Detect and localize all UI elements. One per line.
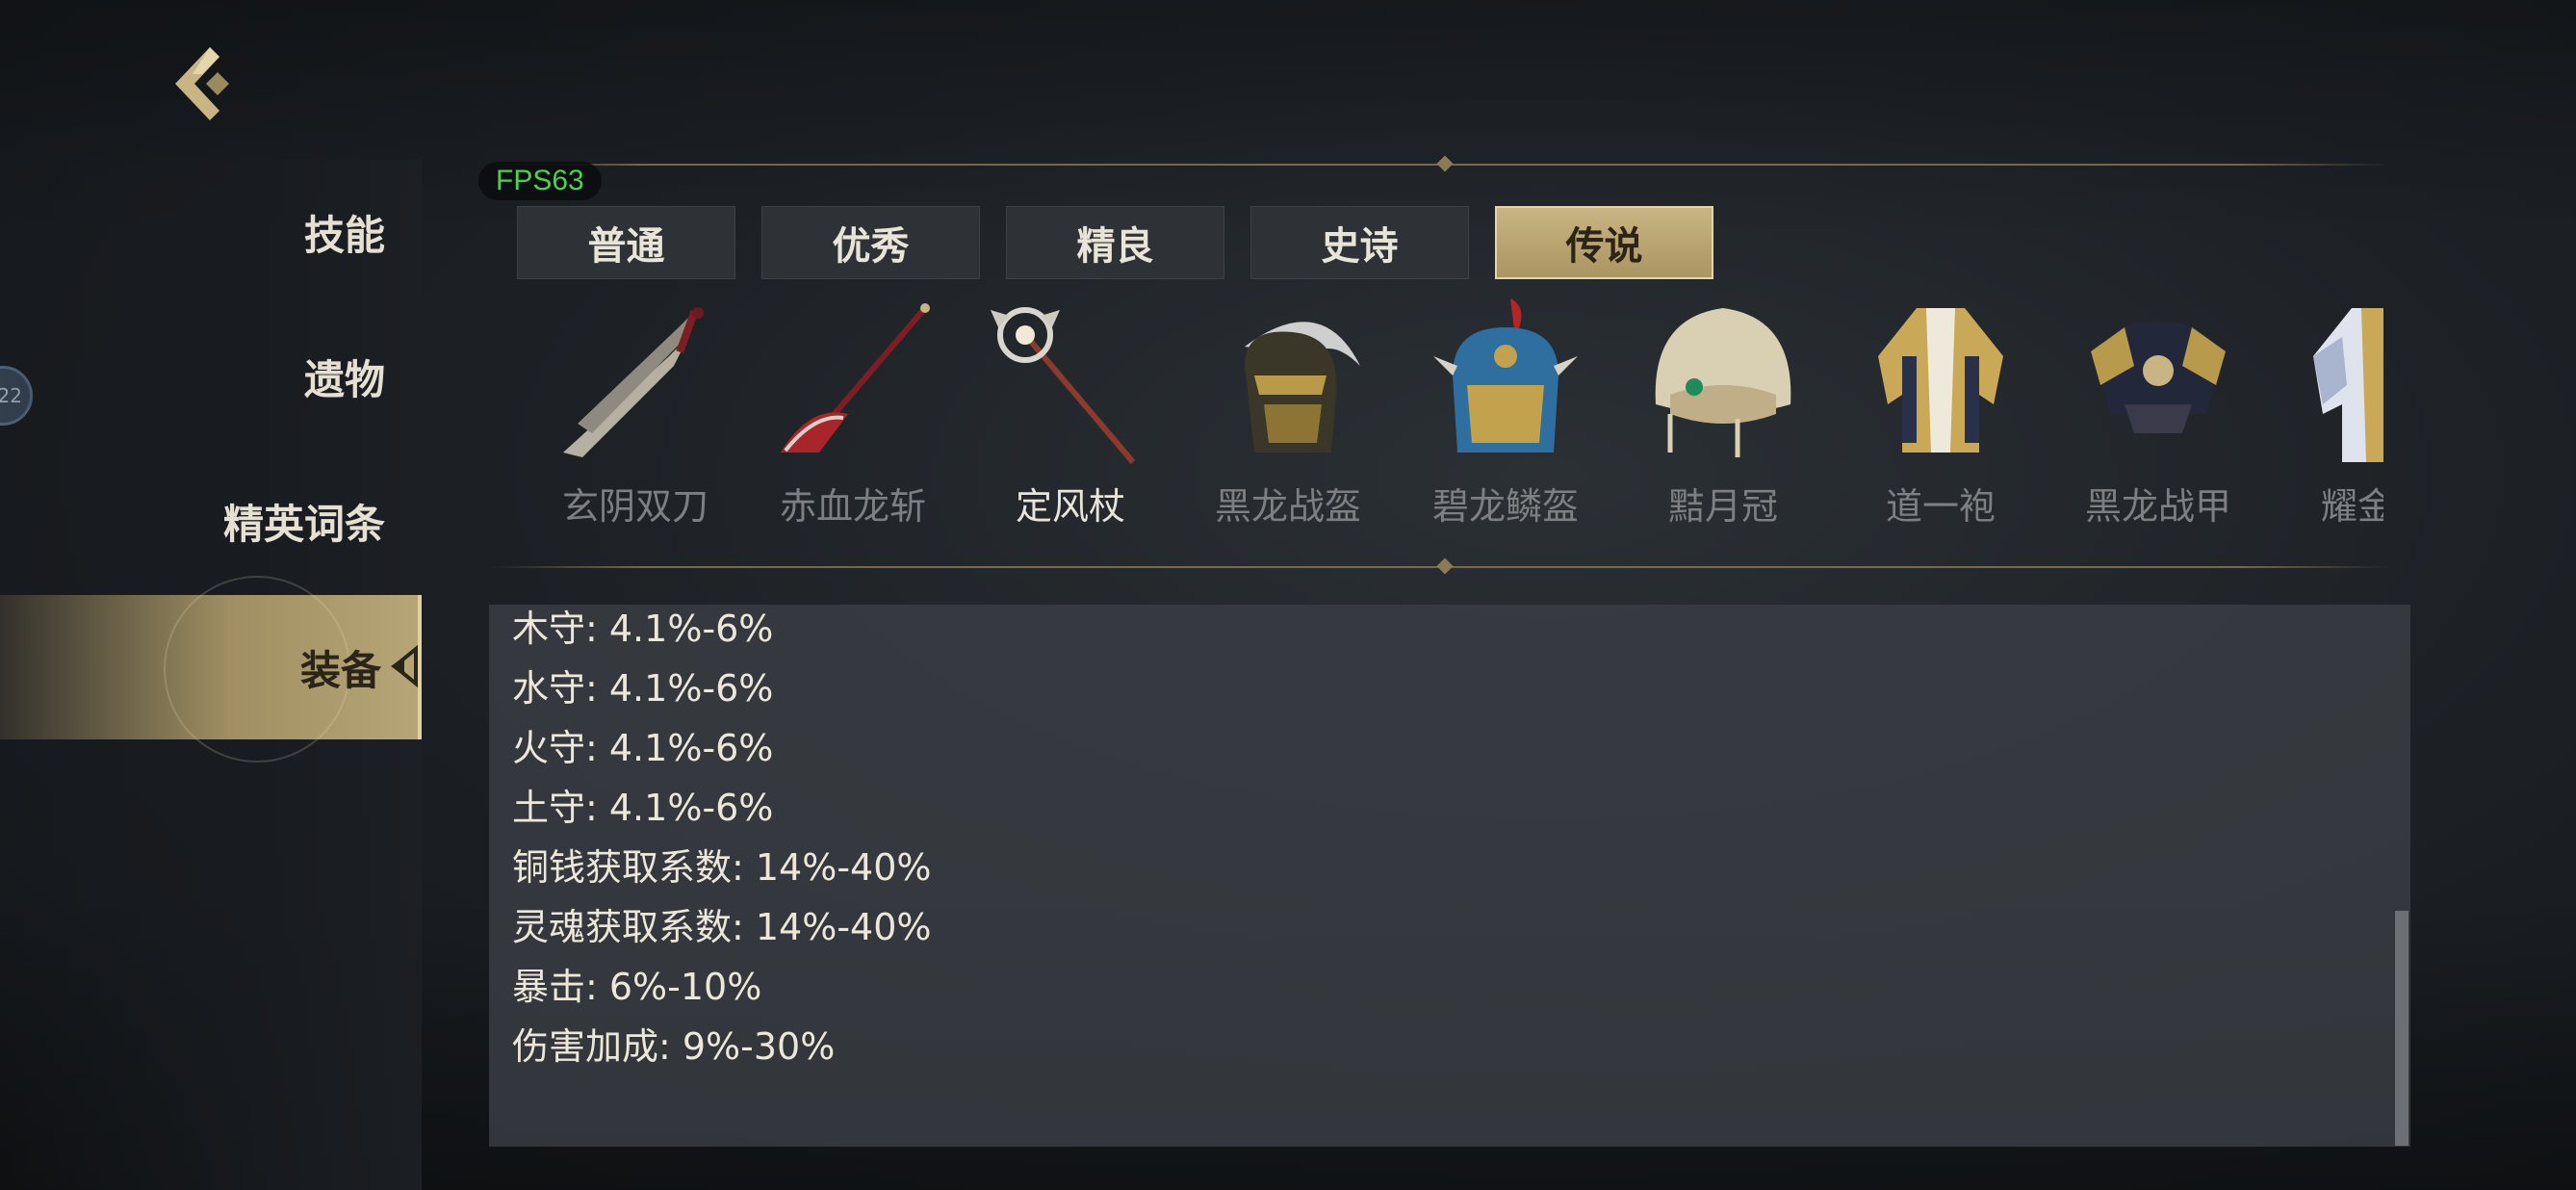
armor-icon	[2091, 322, 2226, 433]
sidebar-item-skills[interactable]: 技能	[0, 160, 422, 304]
equipment-item[interactable]: 黑龙战甲	[2062, 289, 2254, 539]
top-divider	[491, 155, 2391, 172]
sidebar-item-elite-affixes[interactable]: 精英词条	[0, 449, 422, 593]
tab-rare[interactable]: 精良	[1006, 206, 1224, 279]
sidebar-item-label: 技能	[303, 211, 385, 259]
equipment-name: 道一袍	[1885, 485, 1996, 528]
sidebar-item-label: 精英词条	[222, 500, 385, 548]
equipment-name: 定风杖	[1015, 485, 1125, 528]
attribute-list: 木守: 4.1%-6% 水守: 4.1%-6% 火守: 4.1%-6% 土守: …	[512, 605, 932, 1076]
equipment-carousel[interactable]: 玄阴双刀 赤血龙斩 定风杖 黑龙战盔 碧龙鳞盔 黠月冠 道一袍 黑龙战甲 耀金	[539, 289, 2383, 539]
staff-icon	[991, 307, 1136, 464]
back-button[interactable]	[164, 43, 241, 125]
equipment-name: 玄阴双刀	[561, 485, 708, 528]
back-arrow-icon	[175, 47, 229, 120]
sidebar-item-relics[interactable]: 遗物	[0, 304, 422, 449]
category-sidebar: 技能 遗物 精英词条 装备	[0, 160, 422, 1190]
plumed-helmet-icon	[1245, 322, 1360, 453]
equipment-name: 黠月冠	[1667, 485, 1778, 528]
equipment-item[interactable]: 黑龙战盔	[1192, 289, 1384, 539]
crown-hat-icon	[1655, 308, 1791, 457]
attribute-line: 木守: 4.1%-6%	[512, 608, 774, 650]
bottom-divider	[491, 557, 2391, 575]
equipment-item[interactable]: 道一袍	[1844, 289, 2037, 539]
equipment-name: 碧龙鳞盔	[1431, 485, 1579, 528]
equipment-name: 耀金羽	[2320, 485, 2383, 528]
attribute-line: 水守: 4.1%-6%	[512, 667, 774, 710]
tab-uncommon[interactable]: 优秀	[761, 206, 980, 279]
equipment-item[interactable]: 定风杖	[974, 289, 1167, 539]
fps-counter: FPS63	[478, 162, 602, 200]
tab-common[interactable]: 普通	[517, 206, 735, 279]
rarity-tabs: 普通 优秀 精良 史诗 传说	[517, 206, 1713, 279]
equipment-item[interactable]: 玄阴双刀	[539, 289, 732, 539]
equipment-item[interactable]: 碧龙鳞盔	[1409, 289, 1602, 539]
attribute-line: 伤害加成: 9%-30%	[512, 1025, 836, 1068]
equipment-item[interactable]: 耀金羽	[2280, 289, 2383, 539]
robe-icon	[1878, 308, 2003, 453]
divider-ornament	[1436, 557, 1454, 575]
gold-robe-icon	[2313, 308, 2383, 462]
attribute-line: 土守: 4.1%-6%	[512, 787, 774, 829]
sidebar-item-label: 遗物	[303, 355, 385, 403]
attribute-scrollbar[interactable]	[2395, 911, 2409, 1146]
equipment-item[interactable]: 赤血龙斩	[757, 289, 949, 539]
tab-epic[interactable]: 史诗	[1250, 206, 1469, 279]
dragon-helmet-icon	[1433, 298, 1578, 453]
attribute-line: 铜钱获取系数: 14%-40%	[512, 846, 932, 889]
divider-ornament	[1436, 155, 1454, 172]
twin-blades-icon	[563, 307, 704, 457]
sidebar-item-equipment[interactable]: 装备	[0, 576, 422, 763]
attribute-line: 火守: 4.1%-6%	[512, 727, 774, 769]
sidebar-item-label: 装备	[299, 646, 381, 694]
active-marker-icon	[391, 645, 418, 687]
tab-legendary[interactable]: 传说	[1495, 206, 1713, 279]
glaive-icon	[781, 303, 930, 453]
attribute-line: 暴击: 6%-10%	[512, 966, 762, 1008]
attribute-line: 灵魂获取系数: 14%-40%	[512, 906, 932, 948]
equipment-item[interactable]: 黠月冠	[1627, 289, 1819, 539]
equipment-name: 黑龙战盔	[1214, 485, 1361, 528]
equipment-name: 赤血龙斩	[779, 485, 926, 528]
attribute-panel[interactable]: 木守: 4.1%-6% 水守: 4.1%-6% 火守: 4.1%-6% 土守: …	[489, 605, 2410, 1147]
equipment-name: 黑龙战甲	[2084, 485, 2231, 528]
